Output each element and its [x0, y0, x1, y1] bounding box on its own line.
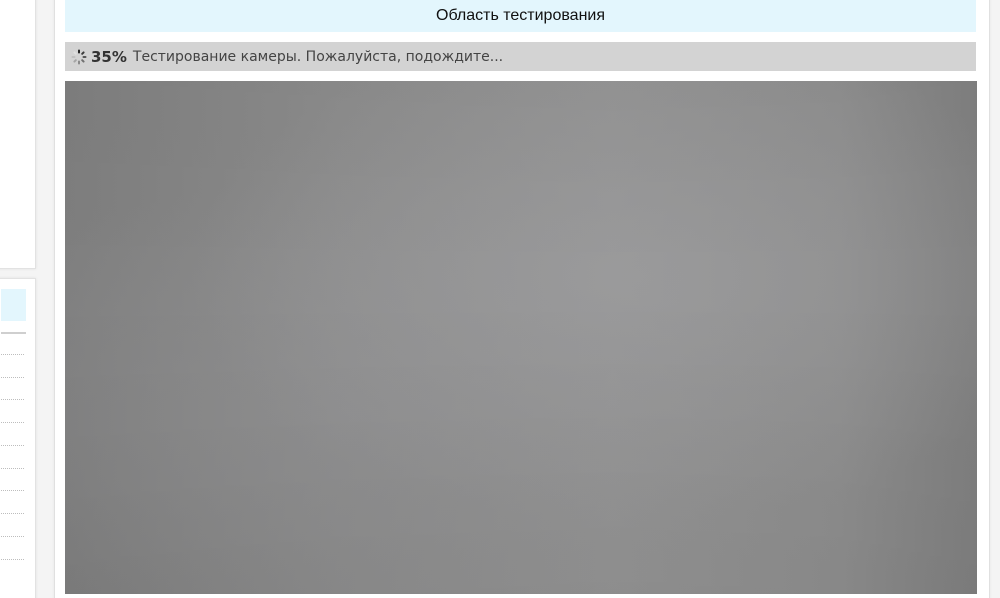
sidebar-menu-item[interactable]: [1, 377, 24, 378]
progress-percent: 35%: [91, 47, 127, 66]
sidebar-menu-item[interactable]: [1, 559, 24, 560]
sidebar-menu-item[interactable]: [1, 536, 24, 537]
camera-preview: [65, 81, 977, 594]
sidebar-menu-item[interactable]: [1, 445, 24, 446]
status-message: Тестирование камеры. Пожалуйста, подожди…: [132, 48, 504, 65]
camera-test-status-bar: 35% Тестирование камеры. Пожалуйста, под…: [65, 42, 976, 71]
left-sidebar-top-card: [0, 0, 36, 269]
sidebar-menu-item[interactable]: [1, 399, 24, 400]
left-sidebar-menu-card: [0, 278, 36, 598]
loading-spinner-icon: [71, 49, 87, 65]
sidebar-menu-item[interactable]: [1, 468, 24, 469]
sidebar-menu-header: [1, 289, 26, 321]
sidebar-menu-item[interactable]: [1, 490, 24, 491]
sidebar-menu-item[interactable]: [1, 513, 24, 514]
page-title: Область тестирования: [436, 7, 605, 24]
sidebar-separator: [1, 332, 26, 334]
page-root: Область тестирования 35% Тестирование ка…: [0, 0, 1000, 598]
sidebar-menu-item[interactable]: [1, 354, 24, 355]
testing-area-title: Область тестирования: [65, 0, 976, 32]
sidebar-menu-item[interactable]: [1, 422, 24, 423]
